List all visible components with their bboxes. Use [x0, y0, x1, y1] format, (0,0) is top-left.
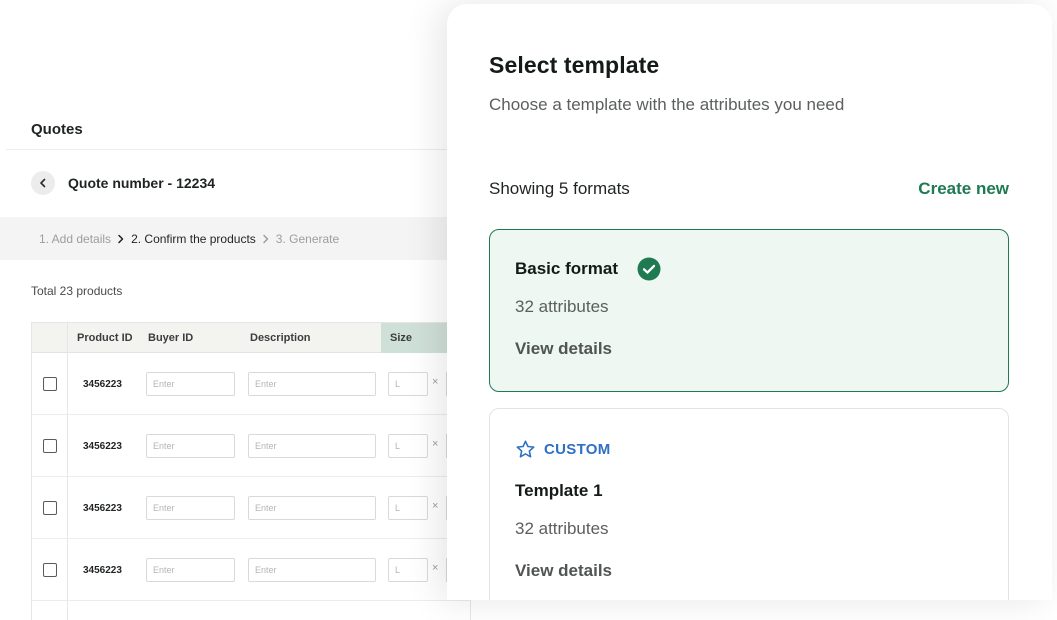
buyer-id-input[interactable]: Enter: [146, 372, 235, 396]
chevron-right-icon: [117, 234, 125, 244]
template-card-basic-format[interactable]: Basic format 32 attributes View details: [489, 229, 1009, 392]
column-description: Description: [250, 332, 311, 344]
product-id: 3456223: [83, 503, 122, 514]
formats-count: Showing 5 formats: [489, 179, 630, 198]
table-row: 3456223 Enter Enter L ×: [32, 353, 470, 415]
divider: [6, 149, 466, 150]
product-id: 3456223: [83, 565, 122, 576]
step-generate[interactable]: 3. Generate: [276, 232, 339, 246]
template-attributes: 32 attributes: [515, 297, 609, 316]
row-checkbox[interactable]: [43, 377, 57, 391]
view-details-link[interactable]: View details: [515, 561, 612, 581]
chevron-right-icon: [262, 234, 270, 244]
column-product-id: Product ID: [77, 332, 133, 344]
template-attributes: 32 attributes: [515, 519, 609, 538]
custom-tag: CUSTOM: [515, 439, 611, 460]
clear-icon[interactable]: ×: [432, 376, 438, 388]
step-confirm-products[interactable]: 2. Confirm the products: [131, 232, 256, 246]
size-input[interactable]: L: [388, 496, 428, 520]
star-outline-icon: [516, 440, 535, 458]
row-checkbox[interactable]: [43, 501, 57, 515]
products-table: Product ID Buyer ID Description Size 345…: [31, 322, 471, 620]
row-checkbox[interactable]: [43, 439, 57, 453]
description-input[interactable]: Enter: [248, 434, 376, 458]
select-template-panel: Select template Choose a template with t…: [447, 4, 1052, 600]
template-name: Basic format: [515, 259, 618, 278]
check-circle-icon: [637, 257, 661, 281]
size-input[interactable]: L: [388, 372, 428, 396]
row-checkbox[interactable]: [43, 563, 57, 577]
clear-icon[interactable]: ×: [432, 438, 438, 450]
stepper: 1. Add details 2. Confirm the products 3…: [0, 217, 470, 260]
custom-label: CUSTOM: [544, 441, 611, 458]
column-buyer-id: Buyer ID: [148, 332, 194, 344]
view-details-link[interactable]: View details: [515, 339, 612, 359]
buyer-id-input[interactable]: Enter: [146, 558, 235, 582]
panel-title: Select template: [489, 52, 660, 78]
table-row: 3456223 Enter Enter L ×: [32, 415, 470, 477]
table-row: 3456223 Enter Enter L ×: [32, 477, 470, 539]
product-id: 3456223: [83, 379, 122, 390]
size-input[interactable]: L: [388, 558, 428, 582]
column-size: Size: [390, 332, 413, 344]
description-input[interactable]: Enter: [248, 496, 376, 520]
product-id: 3456223: [83, 441, 122, 452]
step-add-details[interactable]: 1. Add details: [39, 232, 111, 246]
clear-icon[interactable]: ×: [432, 562, 438, 574]
description-input[interactable]: Enter: [248, 558, 376, 582]
table-header: Product ID Buyer ID Description Size: [32, 323, 470, 353]
buyer-id-input[interactable]: Enter: [146, 496, 235, 520]
back-button[interactable]: [31, 171, 55, 195]
quote-number: Quote number - 12234: [68, 175, 216, 191]
create-new-link[interactable]: Create new: [918, 179, 1009, 199]
description-input[interactable]: Enter: [248, 372, 376, 396]
template-card-template-1[interactable]: CUSTOM Template 1 32 attributes View det…: [489, 408, 1009, 600]
table-row: 3456223 Enter Enter L ×: [32, 539, 470, 601]
clear-icon[interactable]: ×: [432, 500, 438, 512]
template-name: Template 1: [515, 481, 603, 500]
panel-subtitle: Choose a template with the attributes yo…: [489, 95, 845, 114]
chevron-left-icon: [40, 178, 46, 188]
total-products: Total 23 products: [31, 284, 123, 298]
buyer-id-input[interactable]: Enter: [146, 434, 235, 458]
page-title: Quotes: [31, 121, 83, 138]
size-input[interactable]: L: [388, 434, 428, 458]
